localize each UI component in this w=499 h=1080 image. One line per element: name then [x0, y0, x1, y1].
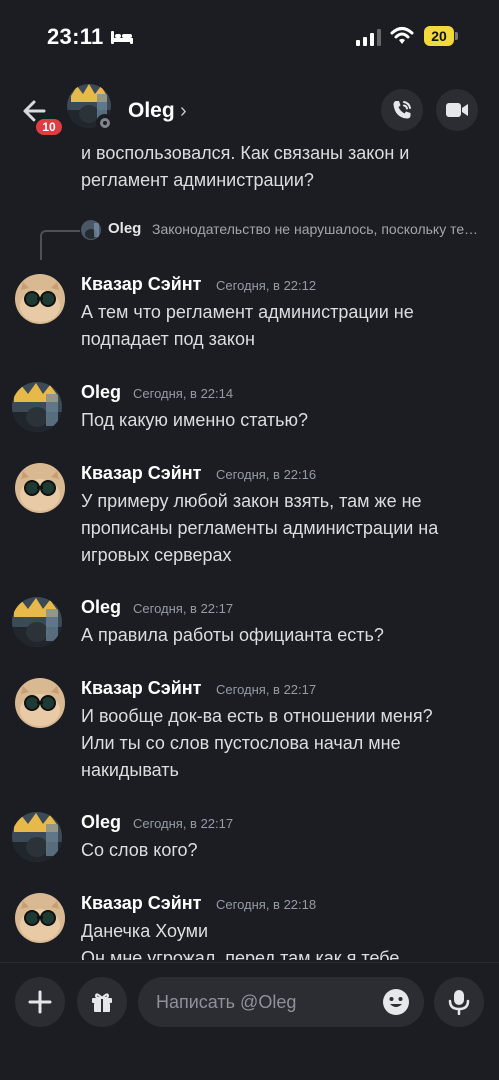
- message-author[interactable]: Oleg: [81, 382, 121, 403]
- gift-icon: [92, 993, 112, 1012]
- avatar[interactable]: [15, 463, 65, 513]
- status-bar: 23:11 20: [0, 0, 499, 72]
- phone-call-icon: [393, 101, 411, 119]
- gift-button[interactable]: [77, 977, 127, 1027]
- message-author[interactable]: Квазар Сэйнт: [81, 274, 201, 295]
- message-body: Со слов кого?: [81, 840, 198, 860]
- message-body: А правила работы официанта есть?: [81, 625, 384, 645]
- avatar[interactable]: [15, 893, 65, 943]
- emoji-icon[interactable]: [382, 988, 410, 1016]
- sleep-focus-icon: [111, 31, 133, 44]
- status-offline-icon: [96, 114, 114, 132]
- message-body-partial: и воспользовался. Как связаны закон и ре…: [81, 143, 410, 190]
- message-author[interactable]: Квазар Сэйнт: [81, 463, 201, 484]
- message-body: И вообще док-ва есть в отношении меня? И…: [81, 706, 433, 780]
- clock: 23:11: [47, 24, 104, 49]
- message-input[interactable]: Написать @Oleg: [138, 977, 424, 1027]
- message-timestamp: Сегодня, в 22:17: [133, 816, 234, 831]
- wifi-icon: [390, 27, 414, 44]
- avatar[interactable]: [15, 274, 65, 324]
- add-attachment-button[interactable]: [15, 977, 65, 1027]
- message-body: У примеру любой закон взять, там же не п…: [81, 491, 439, 565]
- reply-author: Oleg: [108, 220, 142, 237]
- message-timestamp: Сегодня, в 22:17: [133, 601, 234, 616]
- video-call-button[interactable]: [436, 89, 478, 131]
- message-timestamp: Сегодня, в 22:12: [216, 278, 317, 293]
- message-body: А тем что регламент администрации не под…: [81, 302, 414, 349]
- reply-connector: [40, 230, 80, 260]
- message-timestamp: Сегодня, в 22:14: [133, 386, 234, 401]
- chevron-right-icon[interactable]: ›: [180, 100, 187, 123]
- message-timestamp: Сегодня, в 22:16: [216, 467, 317, 482]
- chat-header: 10 Oleg ›: [0, 72, 499, 148]
- avatar[interactable]: [15, 678, 65, 728]
- message-input-placeholder: Написать @Oleg: [156, 992, 297, 1012]
- contact-name[interactable]: Oleg: [128, 99, 175, 123]
- voice-message-button[interactable]: [434, 977, 484, 1027]
- microphone-icon: [448, 990, 470, 1015]
- unread-badge: 10: [33, 116, 65, 138]
- message-composer: Написать @Oleg: [0, 962, 499, 1080]
- battery-indicator: 20: [424, 26, 458, 46]
- video-camera-icon: [446, 103, 468, 117]
- message-timestamp: Сегодня, в 22:18: [216, 897, 317, 912]
- message-author[interactable]: Квазар Сэйнт: [81, 893, 201, 914]
- battery-level: 20: [431, 28, 447, 44]
- message-list[interactable]: и воспользовался. Как связаны закон и ре…: [0, 140, 499, 960]
- voice-call-button[interactable]: [381, 89, 423, 131]
- cellular-signal-icon: [356, 29, 381, 46]
- avatar[interactable]: [12, 812, 62, 862]
- message-author[interactable]: Oleg: [81, 812, 121, 833]
- message-author[interactable]: Oleg: [81, 597, 121, 618]
- avatar[interactable]: [12, 597, 62, 647]
- reply-avatar: [81, 220, 101, 240]
- message-timestamp: Сегодня, в 22:17: [216, 682, 317, 697]
- reply-preview[interactable]: Oleg Законодательство не нарушалось, пос…: [81, 220, 491, 240]
- reply-text-line1: Законодательство не нарушалось, поскольк…: [152, 221, 482, 237]
- avatar[interactable]: [12, 382, 62, 432]
- message-body: Данечка Хоуми Он мне угрожал, перед там …: [81, 921, 400, 960]
- message-body: Под какую именно статью?: [81, 410, 309, 430]
- plus-icon: [28, 990, 52, 1014]
- message-author[interactable]: Квазар Сэйнт: [81, 678, 201, 699]
